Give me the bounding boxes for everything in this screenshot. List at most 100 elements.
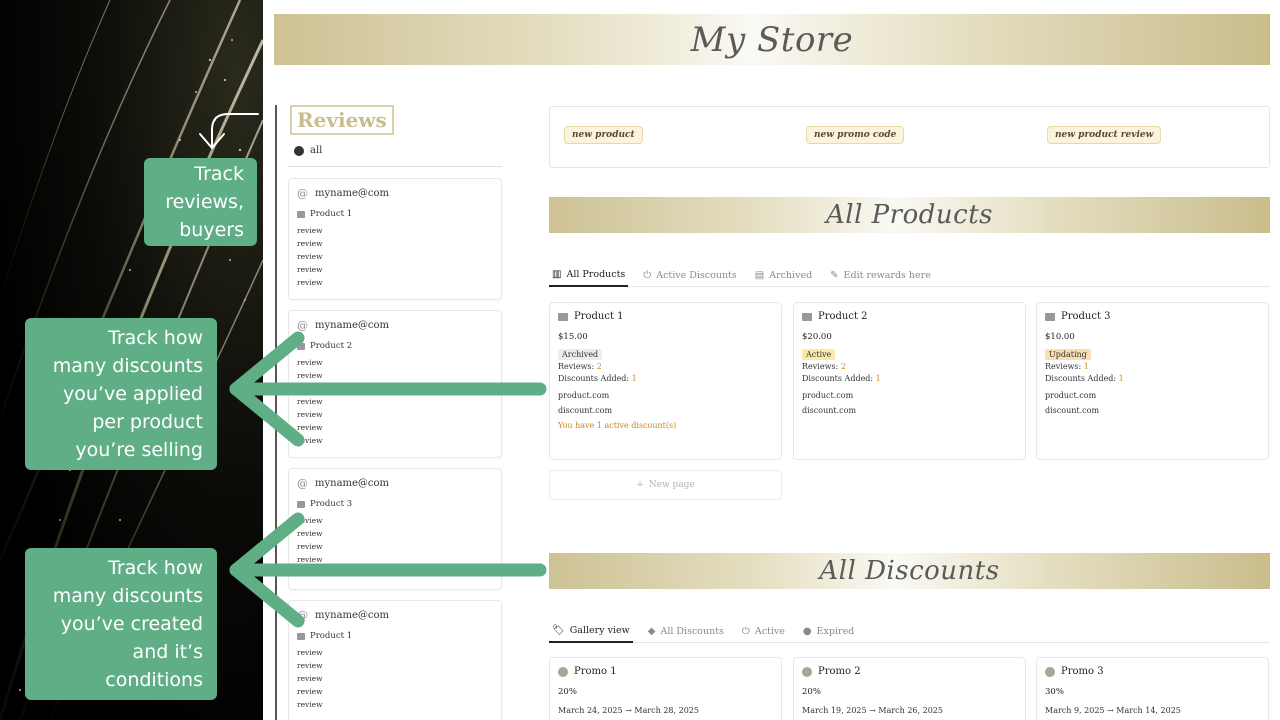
discounts-label: Discounts Added: (802, 374, 874, 383)
tag-icon: ◆ (647, 625, 656, 637)
promo-dates: March 9, 2025 → March 14, 2025 (1045, 706, 1181, 715)
review-line: review (297, 358, 323, 367)
active-discount-note: You have 1 active discount(s) (558, 421, 677, 430)
reviews-count: 2 (840, 362, 846, 371)
promo-card[interactable]: Promo 3 30% March 9, 2025 → March 14, 20… (1036, 657, 1269, 720)
product-price: $20.00 (802, 332, 832, 342)
discount-url[interactable]: discount.com (1045, 406, 1260, 415)
discounts-count-line: Discounts Added: 1 (558, 373, 773, 385)
product-card[interactable]: Product 1 $15.00 Archived Reviews: 2 Dis… (549, 302, 782, 460)
product-url[interactable]: product.com (558, 391, 773, 400)
callout-line: many discounts (52, 585, 203, 607)
status-dot-icon (558, 666, 568, 677)
product-card[interactable]: Product 3 $10.00 Updating Reviews: 1 Dis… (1036, 302, 1269, 460)
product-url[interactable]: product.com (802, 391, 1017, 400)
tag-icon: 🏷 (552, 624, 565, 636)
product-name: Product 1 (574, 311, 624, 322)
discounts-label: Discounts Added: (1045, 374, 1117, 383)
promo-dates: March 19, 2025 → March 26, 2025 (802, 706, 943, 715)
callout-line: many discounts (52, 355, 203, 377)
tab-active-discounts[interactable]: ⏻ Active Discounts (640, 263, 739, 287)
reviews-count-line: Reviews: 1 (1045, 361, 1260, 373)
all-products-title: All Products (826, 200, 993, 230)
new-page-button[interactable]: + New page (549, 470, 782, 500)
callout-line: and it’s (132, 641, 203, 663)
review-line: review (297, 371, 323, 380)
power-icon: ⏻ (643, 269, 652, 281)
review-line: review (297, 661, 323, 670)
store-dashboard: My Store Reviews all @ myname@com Product… (263, 0, 1280, 720)
alert-icon: ● (802, 625, 812, 637)
tab-label: All Discounts (660, 625, 724, 637)
power-icon: ⏻ (741, 625, 750, 637)
callout-line: Track (194, 163, 244, 185)
product-icon (802, 312, 812, 321)
review-line: review (297, 687, 323, 696)
tab-all-products[interactable]: ▥ All Products (549, 263, 629, 287)
reviews-count-line: Reviews: 2 (802, 361, 1017, 373)
tab-expired[interactable]: ● Expired (800, 619, 857, 643)
promo-card[interactable]: Promo 1 20% March 24, 2025 → March 28, 2… (549, 657, 782, 720)
review-card[interactable]: @ myname@com Product 2 review review revi… (288, 310, 502, 458)
reviews-count: 1 (1083, 362, 1089, 371)
reviews-header-divider (288, 166, 502, 167)
new-promo-code-button[interactable]: new promo code (806, 126, 905, 144)
review-line: review (297, 252, 323, 261)
discounts-count-line: Discounts Added: 1 (802, 373, 1017, 385)
review-card[interactable]: @ myname@com Product 1 review review revi… (288, 178, 502, 300)
tab-label: Archived (769, 269, 813, 281)
tab-edit-rewards[interactable]: ✎ Edit rewards here (827, 263, 934, 287)
review-line: review (297, 239, 323, 248)
promo-dates: March 24, 2025 → March 28, 2025 (558, 706, 699, 715)
reviews-filter-all[interactable]: all (294, 145, 322, 156)
at-icon: @ (297, 319, 308, 332)
promo-name: Promo 1 (574, 666, 617, 677)
new-product-review-button[interactable]: new product review (1047, 126, 1162, 144)
callout-line: you’re selling (75, 439, 203, 461)
all-products-banner: All Products (549, 197, 1270, 233)
discount-view-tabs: 🏷 Gallery view ◆ All Discounts ⏻ Active ● Ex… (549, 619, 1270, 643)
callout-line: you’ve applied (63, 383, 203, 405)
callout-line: Track how (108, 557, 203, 579)
status-dot-icon (802, 666, 812, 677)
review-line: review (297, 542, 323, 551)
reviews-divider-rule (275, 105, 277, 720)
reviews-filter-all-label: all (310, 145, 323, 156)
review-line: review (297, 397, 323, 406)
product-price: $15.00 (558, 332, 588, 342)
new-page-label: New page (648, 480, 695, 490)
status-badge: Updating (1045, 349, 1091, 360)
promo-name: Promo 3 (1061, 666, 1104, 677)
review-line: review (297, 648, 323, 657)
promo-percent: 30% (1045, 687, 1064, 697)
tab-label: All Products (566, 268, 626, 280)
tab-all-discounts[interactable]: ◆ All Discounts (645, 619, 727, 643)
at-icon: @ (297, 609, 308, 622)
discount-url[interactable]: discount.com (558, 406, 773, 415)
discount-url[interactable]: discount.com (802, 406, 1017, 415)
tab-gallery-view[interactable]: 🏷 Gallery view (549, 619, 633, 643)
tab-active[interactable]: ⏻ Active (739, 619, 788, 643)
at-icon: @ (297, 187, 308, 200)
promo-name: Promo 2 (818, 666, 861, 677)
review-line: review (297, 226, 323, 235)
new-product-button[interactable]: new product (564, 126, 643, 144)
review-email: myname@com (315, 610, 390, 621)
barcode-icon: ▥ (552, 268, 562, 280)
product-card[interactable]: Product 2 $20.00 Active Reviews: 2 Disco… (793, 302, 1026, 460)
discounts-count: 1 (1118, 374, 1124, 383)
product-icon (297, 632, 305, 640)
review-email: myname@com (315, 188, 390, 199)
all-discounts-banner: All Discounts (549, 553, 1270, 589)
product-icon (558, 312, 568, 321)
product-url[interactable]: product.com (1045, 391, 1260, 400)
review-card[interactable]: @ myname@com Product 1 review review revi… (288, 600, 502, 720)
review-line: review (297, 278, 323, 287)
review-email: myname@com (315, 478, 390, 489)
callout-track-applied-discounts: Track how many discounts you’ve applied … (25, 318, 217, 470)
tab-archived[interactable]: ▤ Archived (752, 263, 815, 287)
store-title-banner: My Store (274, 14, 1270, 65)
review-card[interactable]: @ myname@com Product 3 review review revi… (288, 468, 502, 590)
promo-card[interactable]: Promo 2 20% March 19, 2025 → March 26, 2… (793, 657, 1026, 720)
plus-icon: + (636, 480, 644, 490)
